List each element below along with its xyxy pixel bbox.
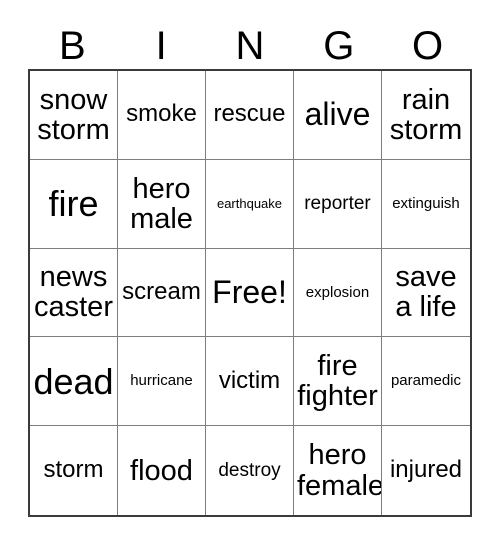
bingo-cell-r1c1[interactable]: snow storm — [30, 71, 118, 160]
bingo-cell-r4c5[interactable]: paramedic — [382, 337, 470, 427]
bingo-cell-r2c2[interactable]: hero male — [118, 159, 206, 249]
bingo-cell-label: injured — [389, 456, 463, 484]
bingo-cell-label: earthquake — [216, 195, 283, 211]
bingo-cell-label: save a life — [395, 261, 457, 324]
bingo-card: B I N G O snow storm smoke rescue alive rain sto… — [0, 0, 500, 544]
bingo-cell-r1c5[interactable]: rain storm — [382, 71, 470, 160]
bingo-cell-r3c2[interactable]: scream — [118, 248, 206, 338]
bingo-cell-r1c4[interactable]: alive — [294, 71, 382, 160]
bingo-cell-r5c4[interactable]: hero female — [294, 426, 382, 515]
bingo-header-letter-i: I — [155, 24, 167, 68]
bingo-cell-r3c5[interactable]: save a life — [382, 248, 470, 338]
bingo-cell-label: extinguish — [392, 194, 460, 212]
bingo-cell-label: rain storm — [389, 83, 463, 146]
bingo-cell-label: snow storm — [37, 83, 110, 146]
bingo-header: BINGO — [28, 16, 472, 68]
bingo-cell-r2c4[interactable]: reporter — [294, 159, 382, 249]
bingo-cell-label: fire — [48, 182, 99, 224]
bingo-cell-label: paramedic — [390, 372, 462, 390]
bingo-cell-r4c1[interactable]: dead — [30, 337, 118, 427]
bingo-cell-r3c4[interactable]: explosion — [294, 248, 382, 338]
bingo-cell-label: victim — [218, 366, 281, 394]
bingo-cell-label: flood — [130, 454, 193, 487]
bingo-cell-label: scream — [122, 278, 201, 306]
bingo-cell-label: reporter — [304, 192, 371, 214]
bingo-cell-r1c2[interactable]: smoke — [118, 71, 206, 160]
bingo-cell-r2c1[interactable]: fire — [30, 159, 118, 249]
bingo-cell-label: rescue — [213, 100, 286, 128]
bingo-cell-label: hurricane — [130, 372, 193, 390]
bingo-cell-label: hero female — [297, 439, 382, 502]
bingo-cell-r4c2[interactable]: hurricane — [118, 337, 206, 427]
bingo-cell-r2c3[interactable]: earthquake — [206, 159, 294, 249]
bingo-header-letter-n: N — [235, 24, 265, 68]
bingo-cell-label: hero male — [130, 172, 193, 235]
bingo-cell-r4c4[interactable]: fire fighter — [294, 337, 382, 427]
bingo-cell-r3c3[interactable]: Free! — [206, 248, 294, 338]
bingo-header-letter-g: G — [323, 24, 355, 68]
bingo-cell-r3c1[interactable]: news caster — [30, 248, 118, 338]
bingo-cell-label: storm — [43, 456, 104, 484]
bingo-cell-r5c2[interactable]: flood — [118, 426, 206, 515]
bingo-grid: snow storm smoke rescue alive rain storm fire… — [28, 69, 472, 517]
bingo-cell-label: dead — [33, 360, 114, 402]
bingo-cell-r1c3[interactable]: rescue — [206, 71, 294, 160]
bingo-cell-label: smoke — [126, 100, 197, 128]
bingo-cell-label: explosion — [305, 283, 370, 301]
bingo-cell-label: news caster — [34, 261, 113, 324]
bingo-cell-r4c3[interactable]: victim — [206, 337, 294, 427]
bingo-cell-label: Free! — [212, 273, 287, 310]
bingo-cell-label: alive — [304, 96, 371, 133]
bingo-header-letter-o: O — [412, 24, 444, 68]
bingo-cell-r5c1[interactable]: storm — [30, 426, 118, 515]
bingo-header-letter-b: B — [59, 24, 86, 68]
bingo-cell-r5c3[interactable]: destroy — [206, 426, 294, 515]
bingo-cell-label: fire fighter — [297, 350, 378, 413]
bingo-cell-r5c5[interactable]: injured — [382, 426, 470, 515]
bingo-cell-r2c5[interactable]: extinguish — [382, 159, 470, 249]
bingo-cell-label: destroy — [218, 459, 281, 481]
